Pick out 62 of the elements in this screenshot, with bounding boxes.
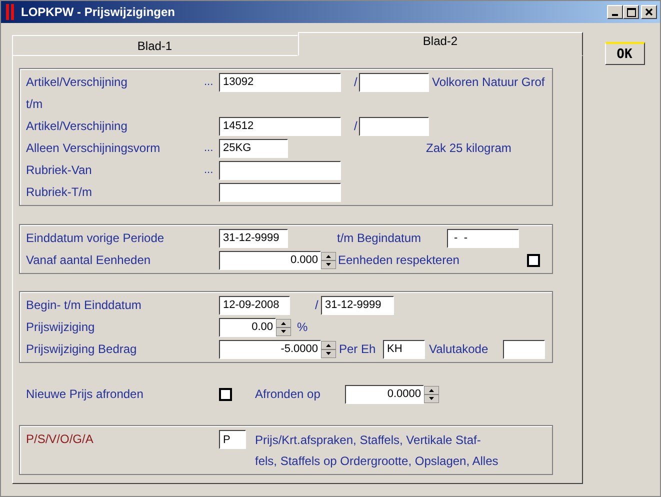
price-type-description: Prijs/Krt.afspraken, Staffels, Vertikale Staf- fels, Staffels op Ordergrootte, Opslagen, Alles — [255, 432, 498, 470]
field-label: Afronden op — [255, 387, 322, 401]
field-label: Prijswijziging — [26, 320, 96, 334]
field-label: Rubriek-T/m — [26, 185, 94, 199]
maximize-button[interactable] — [623, 5, 639, 19]
number-field[interactable]: 0.0000 — [345, 384, 424, 404]
field-label: Prijswijziging Bedrag — [26, 342, 138, 356]
separator-text: / — [354, 75, 358, 89]
input-field[interactable]: 31-12-9999 — [219, 228, 288, 248]
checkbox[interactable] — [219, 388, 232, 400]
tab[interactable]: Blad-1 — [12, 35, 298, 56]
field-label: Per Eh — [339, 342, 377, 356]
lookup-dots[interactable]: ... — [204, 76, 219, 88]
input-field[interactable] — [359, 116, 429, 136]
spinner-arrows-icon[interactable] — [321, 340, 336, 358]
separator-text: / — [315, 298, 320, 312]
field-label: Alleen Verschijningsvorm — [26, 141, 162, 155]
form-description: Zak 25 kilogram — [426, 141, 512, 155]
input-field[interactable] — [503, 340, 545, 358]
field-label: Einddatum vorige Periode — [26, 231, 166, 245]
field-label: Artikel/Verschijning — [26, 119, 128, 133]
checkbox[interactable] — [527, 254, 540, 266]
field-label: Rubriek-Van — [26, 163, 93, 177]
field-label: Valutakode — [429, 342, 490, 356]
unit-text: % — [297, 320, 308, 334]
input-field[interactable]: KH — [383, 340, 425, 358]
number-field[interactable]: 0.000 — [219, 250, 321, 270]
lookup-dots[interactable]: ... — [204, 164, 219, 176]
spinner-arrows-icon[interactable] — [424, 386, 439, 402]
lookup-dots[interactable]: ... — [204, 142, 219, 154]
spinner-arrows-icon[interactable] — [321, 252, 336, 268]
ok-button[interactable]: OK — [604, 42, 644, 65]
close-icon — [645, 8, 653, 16]
input-field[interactable]: 25KG — [219, 138, 288, 158]
input-field[interactable]: 12-09-2008 — [219, 296, 290, 314]
separator-text: / — [354, 119, 358, 133]
article-description: Volkoren Natuur Grof — [432, 75, 545, 89]
maximize-icon — [626, 8, 636, 16]
input-field[interactable]: - - — [447, 228, 519, 248]
field-label: t/m — [26, 97, 44, 111]
field-label: Vanaf aantal Eenheden — [26, 253, 152, 267]
tab[interactable]: Blad-2 — [298, 32, 583, 56]
app-icon — [5, 4, 15, 20]
input-field[interactable] — [219, 160, 341, 180]
field-label: Eenheden respekteren — [338, 253, 460, 267]
field-label: P/S/V/O/G/A — [26, 432, 94, 446]
field-label: Artikel/Verschijning — [26, 75, 128, 89]
input-field[interactable] — [219, 182, 341, 202]
field-label: Begin- t/m Einddatum — [26, 298, 142, 312]
spinner-arrows-icon[interactable] — [276, 318, 291, 336]
input-field[interactable]: 14512 — [219, 116, 341, 136]
minimize-button[interactable] — [607, 5, 623, 19]
window-title: LOPKPW - Prijswijzigingen — [21, 5, 176, 19]
number-field[interactable]: -5.0000 — [219, 340, 321, 358]
field-label: Nieuwe Prijs afronden — [26, 387, 144, 401]
input-field[interactable]: 31-12-9999 — [321, 296, 394, 314]
input-field[interactable]: 13092 — [219, 72, 341, 92]
close-button[interactable] — [641, 5, 657, 19]
input-field[interactable] — [359, 72, 429, 92]
input-field[interactable]: P — [219, 430, 246, 449]
field-label: t/m Begindatum — [337, 231, 422, 245]
number-field[interactable]: 0.00 — [219, 318, 276, 336]
